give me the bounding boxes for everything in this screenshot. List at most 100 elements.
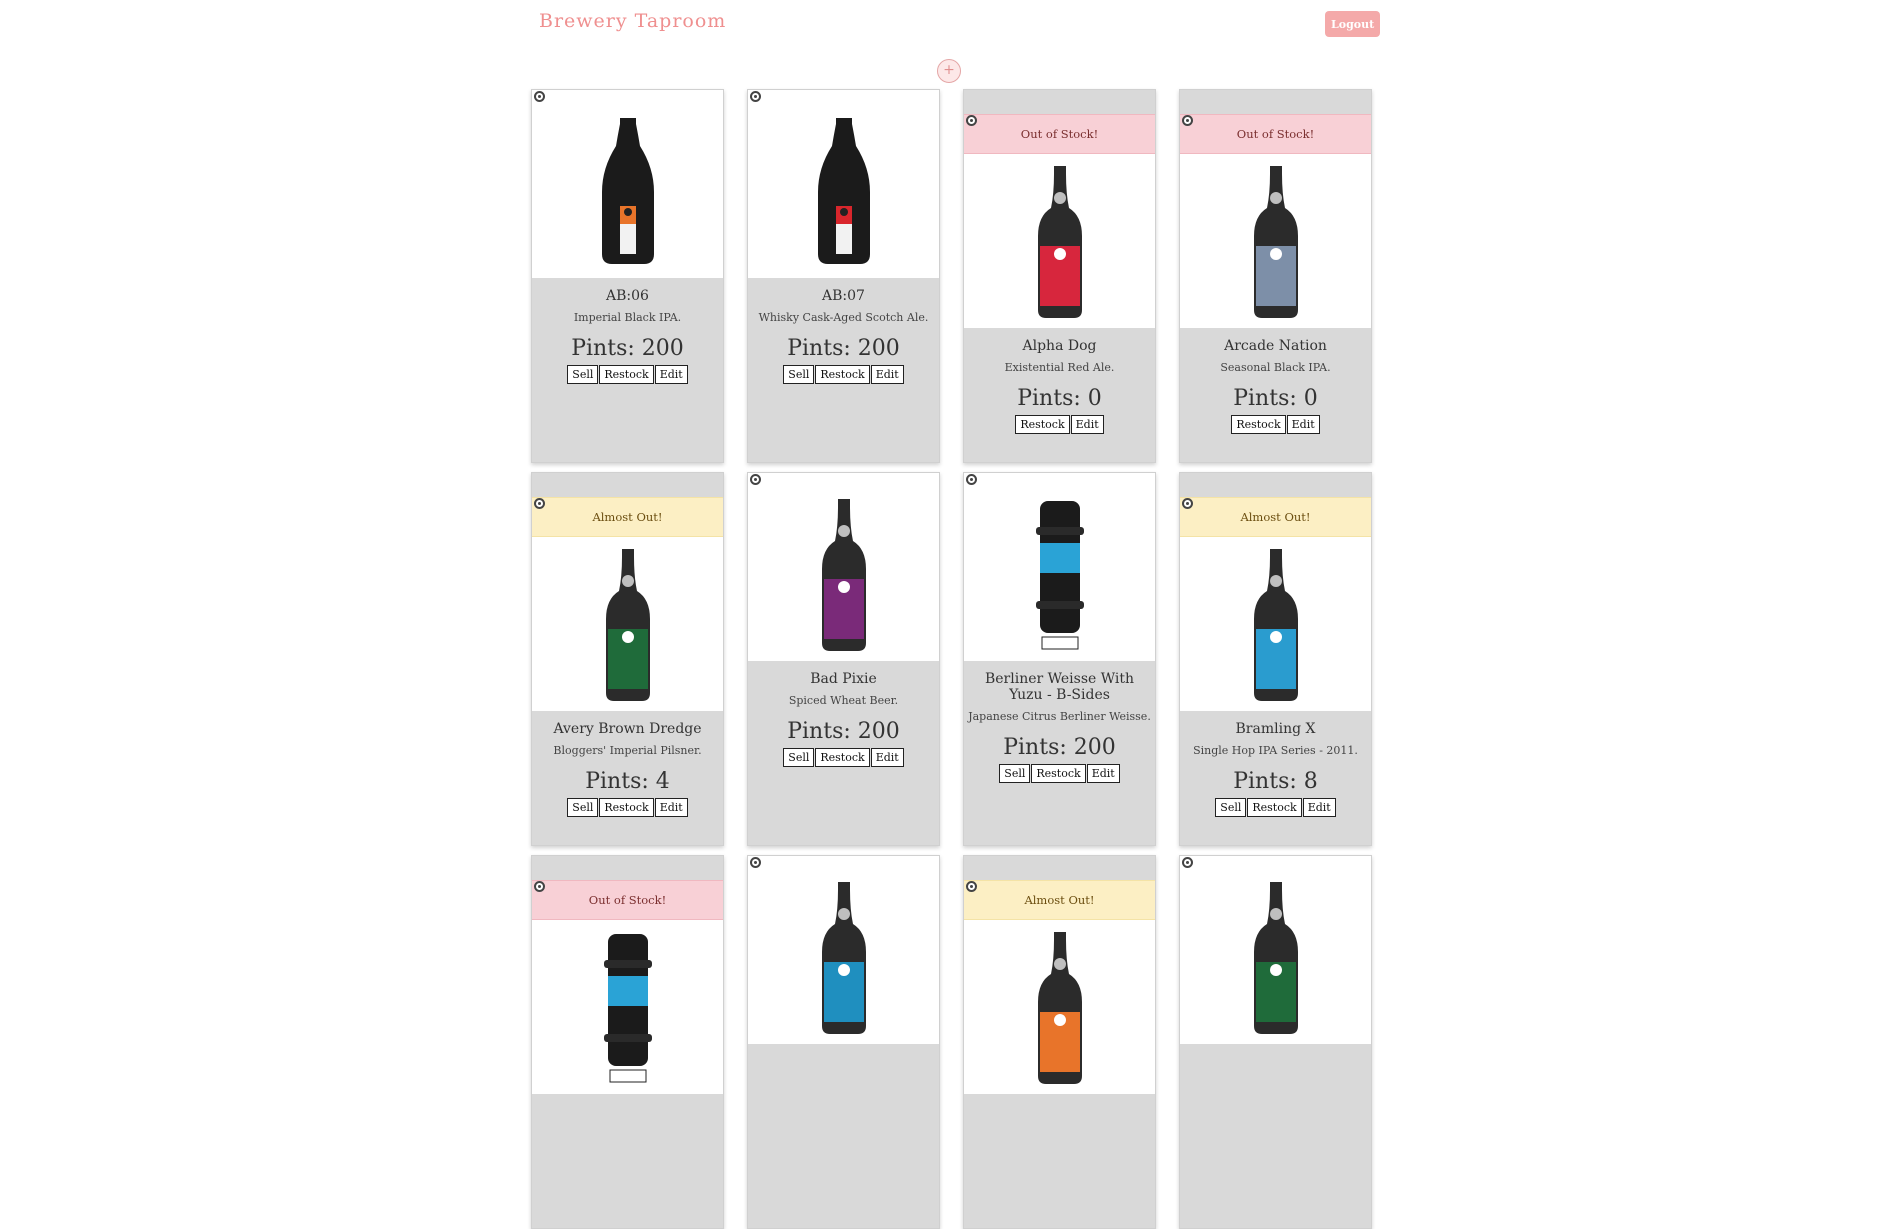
stock-status-banner: Almost Out! xyxy=(964,880,1155,920)
pints-count: Pints: 200 xyxy=(787,719,900,744)
remove-icon[interactable] xyxy=(1182,115,1193,126)
beer-image-area: Out of Stock! xyxy=(1180,114,1371,328)
card-actions: Sell Restock Edit xyxy=(964,764,1155,783)
add-beer-icon[interactable]: + xyxy=(937,59,961,83)
beer-name: Berliner Weisse With Yuzu - B-Sides xyxy=(984,671,1135,703)
beer-info: Avery Brown Dredge Bloggers' Imperial Pil… xyxy=(532,711,723,817)
pints-count: Pints: 200 xyxy=(787,336,900,361)
beer-image-area xyxy=(1180,856,1371,1044)
restock-button[interactable]: Restock xyxy=(1031,764,1086,783)
beer-info: Bramling X Single Hop IPA Series - 2011. P… xyxy=(1180,711,1371,817)
remove-icon[interactable] xyxy=(750,91,761,102)
edit-button[interactable]: Edit xyxy=(1286,415,1320,434)
beer-bottle-image xyxy=(1253,882,1298,1034)
sell-button[interactable]: Sell xyxy=(783,748,815,767)
card-actions: Sell Restock Edit xyxy=(748,748,939,767)
beer-card: Almost Out! Bramling X Single Hop IPA Ser… xyxy=(1179,472,1372,846)
remove-icon[interactable] xyxy=(534,881,545,892)
beer-image-area xyxy=(748,856,939,1044)
beer-description: Seasonal Black IPA. xyxy=(1220,361,1331,374)
beer-image-area xyxy=(532,90,723,278)
remove-icon[interactable] xyxy=(966,881,977,892)
remove-icon[interactable] xyxy=(750,857,761,868)
beer-name: Alpha Dog xyxy=(1022,338,1097,354)
beer-info: AB:06 Imperial Black IPA. Pints: 200 Sell Re… xyxy=(532,278,723,384)
beer-description: Spiced Wheat Beer. xyxy=(788,694,899,707)
beer-bottle-image xyxy=(821,499,866,651)
restock-button[interactable]: Restock xyxy=(815,748,870,767)
beer-info: Berliner Weisse With Yuzu - B-Sides Japan… xyxy=(964,661,1155,783)
app-header: Brewery Taproom Logout xyxy=(0,0,1900,60)
stock-status-banner: Almost Out! xyxy=(532,497,723,537)
stock-status-banner: Out of Stock! xyxy=(964,114,1155,154)
sell-button[interactable]: Sell xyxy=(567,365,599,384)
sell-button[interactable]: Sell xyxy=(783,365,815,384)
beer-bottle-image xyxy=(1253,166,1298,318)
remove-icon[interactable] xyxy=(966,474,977,485)
beer-image-area: Almost Out! xyxy=(964,880,1155,1094)
pints-count: Pints: 4 xyxy=(585,769,670,794)
remove-icon[interactable] xyxy=(966,115,977,126)
edit-button[interactable]: Edit xyxy=(1070,415,1104,434)
edit-button[interactable]: Edit xyxy=(654,798,688,817)
card-actions: Sell Restock Edit xyxy=(532,798,723,817)
beer-description: Existential Red Ale. xyxy=(1004,361,1115,374)
beer-card: Out of Stock! xyxy=(531,855,724,1229)
restock-button[interactable]: Restock xyxy=(1231,415,1286,434)
sell-button[interactable]: Sell xyxy=(999,764,1031,783)
logout-button[interactable]: Logout xyxy=(1325,11,1381,37)
beer-keg-image xyxy=(1035,501,1084,650)
beer-bottle-image xyxy=(1037,166,1082,318)
pints-count: Pints: 0 xyxy=(1233,386,1318,411)
restock-button[interactable]: Restock xyxy=(599,365,654,384)
remove-icon[interactable] xyxy=(1182,498,1193,509)
stock-status-banner: Almost Out! xyxy=(1180,497,1371,537)
beer-card: Almost Out! Avery Brown Dredge Bloggers' … xyxy=(531,472,724,846)
card-actions: Restock Edit xyxy=(964,415,1155,434)
remove-icon[interactable] xyxy=(534,91,545,102)
beer-description: Japanese Citrus Berliner Weisse. xyxy=(968,710,1151,723)
beer-card: Out of Stock! Alpha Dog Existential Red A… xyxy=(963,89,1156,463)
beer-name: Avery Brown Dredge xyxy=(553,721,702,737)
edit-button[interactable]: Edit xyxy=(1086,764,1120,783)
beer-keg-image xyxy=(603,934,652,1083)
beer-image-area: Out of Stock! xyxy=(964,114,1155,328)
edit-button[interactable]: Edit xyxy=(870,748,904,767)
edit-button[interactable]: Edit xyxy=(1302,798,1336,817)
restock-button[interactable]: Restock xyxy=(815,365,870,384)
beer-image-area xyxy=(748,473,939,661)
remove-icon[interactable] xyxy=(750,474,761,485)
card-actions: Sell Restock Edit xyxy=(532,365,723,384)
beer-card: AB:07 Whisky Cask-Aged Scotch Ale. Pints: … xyxy=(747,89,940,463)
beer-card xyxy=(1179,855,1372,1229)
beer-bottle-image xyxy=(817,118,870,264)
restock-button[interactable]: Restock xyxy=(599,798,654,817)
card-actions: Restock Edit xyxy=(1180,415,1371,434)
beer-card: Out of Stock! Arcade Nation Seasonal Blac… xyxy=(1179,89,1372,463)
beer-info: Bad Pixie Spiced Wheat Beer. Pints: 200 Sel… xyxy=(748,661,939,767)
beer-image-area: Almost Out! xyxy=(1180,497,1371,711)
remove-icon[interactable] xyxy=(534,498,545,509)
beer-name: AB:07 xyxy=(822,288,865,304)
edit-button[interactable]: Edit xyxy=(654,365,688,384)
restock-button[interactable]: Restock xyxy=(1015,415,1070,434)
restock-button[interactable]: Restock xyxy=(1247,798,1302,817)
beer-info: Alpha Dog Existential Red Ale. Pints: 0 Res… xyxy=(964,328,1155,434)
pints-count: Pints: 8 xyxy=(1233,769,1318,794)
beer-name: AB:06 xyxy=(606,288,649,304)
beer-info: AB:07 Whisky Cask-Aged Scotch Ale. Pints: … xyxy=(748,278,939,384)
pints-count: Pints: 0 xyxy=(1017,386,1102,411)
beer-name: Bramling X xyxy=(1235,721,1316,737)
beer-bottle-image xyxy=(1253,549,1298,701)
beer-description: Whisky Cask-Aged Scotch Ale. xyxy=(758,311,929,324)
sell-button[interactable]: Sell xyxy=(567,798,599,817)
beer-card xyxy=(747,855,940,1229)
remove-icon[interactable] xyxy=(1182,857,1193,868)
beer-description: Bloggers' Imperial Pilsner. xyxy=(553,744,702,757)
edit-button[interactable]: Edit xyxy=(870,365,904,384)
pints-count: Pints: 200 xyxy=(571,336,684,361)
beer-card: Berliner Weisse With Yuzu - B-Sides Japan… xyxy=(963,472,1156,846)
brand-title: Brewery Taproom xyxy=(539,10,727,32)
beer-image-area xyxy=(748,90,939,278)
sell-button[interactable]: Sell xyxy=(1215,798,1247,817)
